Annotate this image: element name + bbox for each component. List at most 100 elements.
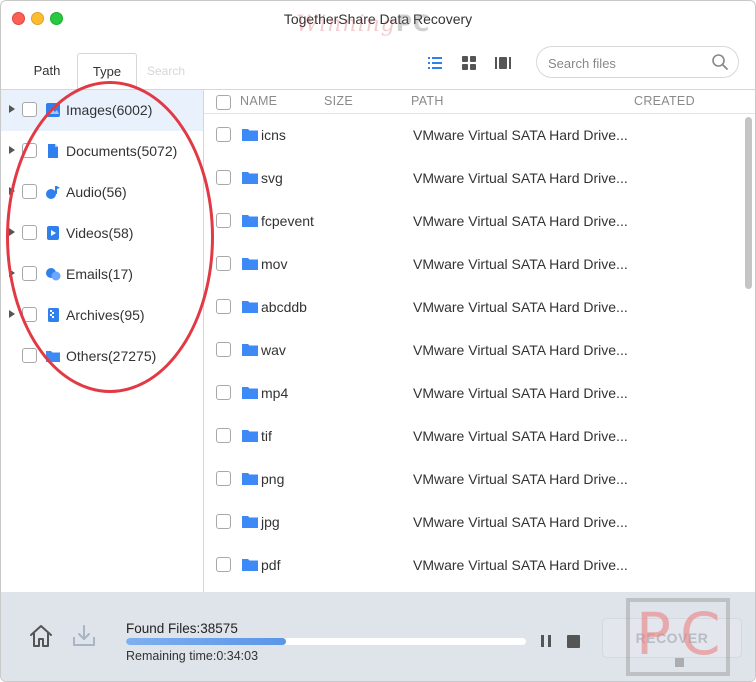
row-checkbox[interactable]	[216, 342, 231, 357]
file-path: VMware Virtual SATA Hard Drive...	[413, 170, 628, 186]
vertical-scrollbar[interactable]	[745, 117, 752, 289]
file-name: wav	[261, 342, 286, 358]
row-checkbox[interactable]	[216, 213, 231, 228]
video-icon	[45, 225, 61, 241]
preview-view-icon[interactable]	[493, 53, 513, 73]
expand-arrow-icon[interactable]	[9, 146, 15, 154]
column-name[interactable]: NAME	[240, 94, 277, 108]
folder-icon	[45, 348, 61, 364]
window-title: TogetherShare Data Recovery	[283, 11, 473, 27]
table-row[interactable]: pdf VMware Virtual SATA Hard Drive...	[204, 545, 744, 588]
row-checkbox[interactable]	[216, 428, 231, 443]
save-session-icon[interactable]	[71, 624, 97, 648]
table-row[interactable]: fcpevent VMware Virtual SATA Hard Drive..…	[204, 201, 744, 244]
tab-search[interactable]: Search	[147, 64, 185, 78]
select-all-checkbox[interactable]	[216, 95, 231, 110]
file-list: NAME SIZE PATH CREATED icns VMware Virtua…	[204, 89, 755, 592]
file-name: png	[261, 471, 285, 487]
category-videos[interactable]: Videos(58)	[1, 213, 203, 254]
category-label: Others(27275)	[66, 348, 157, 364]
expand-arrow-icon[interactable]	[9, 269, 15, 277]
file-path: VMware Virtual SATA Hard Drive...	[413, 342, 628, 358]
row-checkbox[interactable]	[216, 127, 231, 142]
table-row[interactable]: svg VMware Virtual SATA Hard Drive...	[204, 158, 744, 201]
file-name: svg	[261, 170, 283, 186]
row-checkbox[interactable]	[216, 385, 231, 400]
recover-button[interactable]: RECOVER	[602, 618, 742, 658]
category-label: Emails(17)	[66, 266, 133, 282]
category-checkbox[interactable]	[22, 266, 37, 281]
stop-icon[interactable]	[567, 635, 580, 648]
archive-icon	[45, 307, 61, 323]
row-checkbox[interactable]	[216, 256, 231, 271]
table-row[interactable]: mov VMware Virtual SATA Hard Drive...	[204, 244, 744, 287]
folder-icon	[241, 128, 259, 142]
category-checkbox[interactable]	[22, 307, 37, 322]
found-files-count: Found Files:38575	[126, 621, 238, 636]
category-images[interactable]: Images(6002)	[1, 90, 203, 131]
category-audio[interactable]: Audio(56)	[1, 172, 203, 213]
category-label: Videos(58)	[66, 225, 134, 241]
column-path[interactable]: PATH	[411, 94, 444, 108]
grid-view-icon[interactable]	[459, 53, 479, 73]
file-name: mp4	[261, 385, 289, 401]
file-path: VMware Virtual SATA Hard Drive...	[413, 299, 628, 315]
category-checkbox[interactable]	[22, 102, 37, 117]
category-checkbox[interactable]	[22, 225, 37, 240]
folder-icon	[241, 300, 259, 314]
status-bar: Found Files:38575 Remaining time:0:34:03…	[1, 592, 755, 681]
row-checkbox[interactable]	[216, 557, 231, 572]
folder-icon	[241, 515, 259, 529]
folder-icon	[241, 257, 259, 271]
category-emails[interactable]: Emails(17)	[1, 254, 203, 295]
file-name: tif	[261, 428, 272, 444]
file-path: VMware Virtual SATA Hard Drive...	[413, 385, 628, 401]
folder-icon	[241, 171, 259, 185]
file-name: jpg	[261, 514, 280, 530]
category-others[interactable]: Others(27275)	[1, 336, 203, 377]
row-checkbox[interactable]	[216, 514, 231, 529]
expand-arrow-icon[interactable]	[9, 105, 15, 113]
pause-icon[interactable]	[539, 634, 553, 648]
expand-arrow-icon[interactable]	[9, 228, 15, 236]
category-checkbox[interactable]	[22, 348, 37, 363]
row-checkbox[interactable]	[216, 471, 231, 486]
table-row[interactable]: abcddb VMware Virtual SATA Hard Drive...	[204, 287, 744, 330]
category-label: Documents(5072)	[66, 143, 178, 159]
file-path: VMware Virtual SATA Hard Drive...	[413, 256, 628, 272]
tab-path[interactable]: Path	[21, 53, 73, 89]
audio-icon	[45, 184, 61, 200]
expand-arrow-icon[interactable]	[9, 187, 15, 195]
file-name: abcddb	[261, 299, 307, 315]
category-documents[interactable]: Documents(5072)	[1, 131, 203, 172]
table-row[interactable]: wav VMware Virtual SATA Hard Drive...	[204, 330, 744, 373]
category-label: Images(6002)	[66, 102, 153, 118]
home-icon[interactable]	[28, 623, 54, 649]
row-checkbox[interactable]	[216, 299, 231, 314]
file-path: VMware Virtual SATA Hard Drive...	[413, 557, 628, 573]
column-created[interactable]: CREATED	[634, 94, 695, 108]
table-header: NAME SIZE PATH CREATED	[204, 90, 755, 114]
email-icon	[45, 266, 61, 282]
search-icon[interactable]	[711, 53, 729, 71]
category-label: Archives(95)	[66, 307, 145, 323]
category-checkbox[interactable]	[22, 184, 37, 199]
table-row[interactable]: tif VMware Virtual SATA Hard Drive...	[204, 416, 744, 459]
tab-type[interactable]: Type	[77, 53, 137, 90]
table-row[interactable]: png VMware Virtual SATA Hard Drive...	[204, 459, 744, 502]
table-row[interactable]: jpg VMware Virtual SATA Hard Drive...	[204, 502, 744, 545]
folder-icon	[241, 386, 259, 400]
column-size[interactable]: SIZE	[324, 94, 353, 108]
table-row[interactable]: mp4 VMware Virtual SATA Hard Drive...	[204, 373, 744, 416]
category-checkbox[interactable]	[22, 143, 37, 158]
row-checkbox[interactable]	[216, 170, 231, 185]
file-name: pdf	[261, 557, 281, 573]
folder-icon	[241, 472, 259, 486]
list-view-icon[interactable]	[425, 53, 445, 73]
table-row[interactable]: icns VMware Virtual SATA Hard Drive...	[204, 115, 744, 158]
expand-arrow-icon[interactable]	[9, 310, 15, 318]
file-name: icns	[261, 127, 286, 143]
remaining-time: Remaining time:0:34:03	[126, 649, 259, 663]
category-archives[interactable]: Archives(95)	[1, 295, 203, 336]
search-input[interactable]	[548, 53, 708, 73]
